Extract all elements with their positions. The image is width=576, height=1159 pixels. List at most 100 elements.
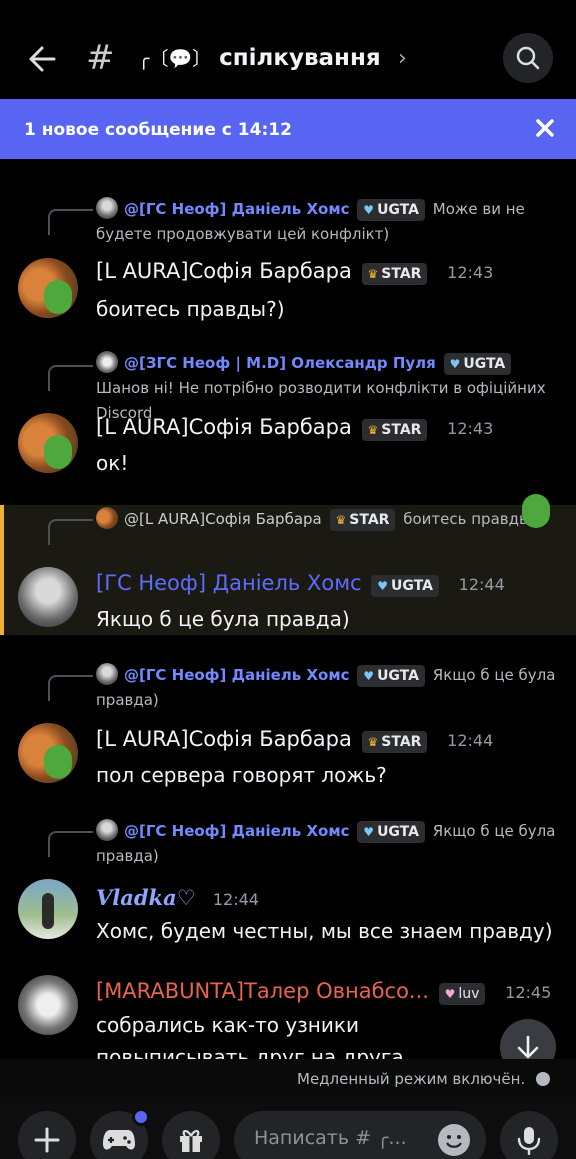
role-badge: ♥ UGTA bbox=[357, 665, 425, 687]
timestamp: 12:43 bbox=[447, 419, 494, 438]
badge-label: STAR bbox=[349, 512, 390, 528]
message-feed[interactable]: @[ГС Неоф] Даніель Хомс ♥ UGTA Може ви не… bbox=[0, 159, 576, 1059]
channel-prefix: ╭〔💬〕 bbox=[138, 48, 212, 70]
crown-icon: ♛ bbox=[367, 735, 379, 749]
message-author[interactable]: [L AURA]Софія Барбара ♛ STAR 12:43 bbox=[96, 259, 493, 285]
badge-label: UGTA bbox=[377, 824, 419, 840]
reply-connector bbox=[48, 519, 93, 545]
avatar bbox=[96, 663, 118, 685]
badge-label: STAR bbox=[381, 422, 422, 438]
timestamp: 12:44 bbox=[212, 890, 259, 909]
message-text: пол сервера говорят ложь? bbox=[96, 763, 387, 787]
reply-preview[interactable]: @[ГС Неоф] Даніель Хомс ♥ UGTA Якщо б це … bbox=[96, 663, 556, 713]
badge-label: UGTA bbox=[463, 356, 506, 372]
message-author[interactable]: [L AURA]Софія Барбара ♛ STAR 12:44 bbox=[96, 727, 493, 753]
role-badge: ♛ STAR bbox=[361, 263, 428, 285]
search-icon bbox=[516, 46, 540, 70]
role-badge: ♛ STAR bbox=[361, 419, 428, 441]
role-badge: ♛ STAR bbox=[361, 731, 428, 753]
reply-author: @[ГС Неоф] Даніель Хомс bbox=[124, 200, 350, 218]
channel-header: # ╭〔💬〕 спілкування › bbox=[0, 0, 576, 100]
message: @[ГС Неоф] Даніель Хомс ♥ UGTA Якщо б це … bbox=[0, 661, 576, 791]
add-attachment-button[interactable] bbox=[18, 1111, 76, 1159]
reply-preview[interactable]: @[L AURA]Софія Барбара ♛ STAR боитесь пра… bbox=[96, 507, 556, 532]
crown-icon: ♛ bbox=[335, 513, 347, 527]
search-button[interactable] bbox=[503, 33, 553, 83]
role-badge: ♥ luv bbox=[438, 983, 486, 1005]
banner-text: 1 новое сообщение с 14:12 bbox=[24, 120, 292, 140]
emoji-icon[interactable] bbox=[438, 1124, 470, 1156]
badge-label: STAR bbox=[381, 266, 422, 282]
avatar bbox=[96, 197, 118, 219]
plus-icon bbox=[34, 1127, 60, 1153]
message-author[interactable]: [MARABUNTA]Талер Овнабсо... ♥ luv 12:45 bbox=[96, 979, 551, 1005]
message: @[ЗГС Неоф | M.D] Олександр Пуля ♥ UGTA Ш… bbox=[0, 351, 576, 481]
message: @[ГС Неоф] Даніель Хомс ♥ UGTA Якщо б це … bbox=[0, 817, 576, 947]
reply-author: @[ГС Неоф] Даніель Хомс bbox=[124, 666, 350, 684]
role-badge: ♥ UGTA bbox=[357, 199, 425, 221]
reply-author: @[ЗГС Неоф | M.D] Олександр Пуля bbox=[124, 354, 436, 372]
author-name: Vladka♡ bbox=[96, 885, 196, 910]
author-name: [L AURA]Софія Барбара bbox=[96, 727, 352, 751]
author-name: [ГС Неоф] Даніель Хомс bbox=[96, 571, 362, 595]
reply-author: @[L AURA]Софія Барбара bbox=[124, 510, 322, 528]
badge-label: UGTA bbox=[377, 202, 419, 218]
voice-message-button[interactable] bbox=[500, 1111, 558, 1159]
heart-icon: ♥ bbox=[377, 579, 389, 593]
message-text: собрались как-то узники повыписывать дру… bbox=[96, 1013, 404, 1059]
message-text: Хомс, будем честны, мы все знаем правду) bbox=[96, 919, 553, 943]
message-highlighted: @[L AURA]Софія Барбара ♛ STAR боитесь пра… bbox=[0, 505, 576, 635]
avatar[interactable] bbox=[18, 723, 78, 783]
heart-icon: ♥ bbox=[363, 669, 375, 683]
badge-label: luv bbox=[458, 986, 480, 1002]
clock-icon bbox=[536, 1072, 550, 1086]
channel-name: спілкування bbox=[219, 45, 381, 71]
avatar[interactable] bbox=[18, 879, 78, 939]
avatar[interactable] bbox=[18, 567, 78, 627]
reply-preview[interactable]: @[ГС Неоф] Даніель Хомс ♥ UGTA Може ви не… bbox=[96, 197, 556, 247]
reply-connector bbox=[48, 209, 93, 235]
avatar[interactable] bbox=[18, 975, 78, 1035]
slow-mode-text: Медленный режим включён. bbox=[297, 1070, 550, 1088]
gamepad-icon bbox=[103, 1130, 135, 1150]
role-badge: ♥ UGTA bbox=[357, 821, 425, 843]
channel-hash-icon: # bbox=[86, 38, 115, 78]
badge-label: STAR bbox=[381, 734, 422, 750]
chevron-right-icon[interactable]: › bbox=[398, 46, 407, 71]
message-text: боитесь правды?) bbox=[96, 297, 285, 321]
close-icon[interactable] bbox=[534, 117, 556, 139]
input-placeholder: Написать # ╭... bbox=[254, 1127, 407, 1149]
author-name: [L AURA]Софія Барбара bbox=[96, 259, 352, 283]
gift-button[interactable] bbox=[162, 1111, 220, 1159]
message-author[interactable]: Vladka♡ 12:44 bbox=[96, 885, 259, 910]
heart-icon: ♥ bbox=[444, 987, 456, 1001]
arrow-down-icon bbox=[517, 1035, 539, 1059]
avatar bbox=[96, 351, 118, 373]
composer-bar: Написать # ╭... bbox=[0, 1097, 576, 1159]
timestamp: 12:45 bbox=[505, 983, 552, 1002]
microphone-icon bbox=[517, 1127, 541, 1155]
message-author[interactable]: [L AURA]Софія Барбара ♛ STAR 12:43 bbox=[96, 415, 493, 441]
author-name: [L AURA]Софія Барбара bbox=[96, 415, 352, 439]
heart-icon: ♥ bbox=[363, 203, 375, 217]
timestamp: 12:44 bbox=[458, 575, 505, 594]
slow-mode-bar: Медленный режим включён. bbox=[0, 1059, 576, 1097]
timestamp: 12:43 bbox=[447, 263, 494, 282]
badge-label: UGTA bbox=[391, 578, 433, 594]
badge-label: UGTA bbox=[377, 668, 419, 684]
avatar[interactable] bbox=[18, 413, 78, 473]
message: @[ГС Неоф] Даніель Хомс ♥ UGTA Може ви не… bbox=[0, 195, 576, 325]
slow-mode-label: Медленный режим включён. bbox=[297, 1070, 526, 1088]
message-author[interactable]: [ГС Неоф] Даніель Хомс ♥ UGTA 12:44 bbox=[96, 571, 505, 597]
crown-icon: ♛ bbox=[367, 423, 379, 437]
message-input[interactable]: Написать # ╭... bbox=[234, 1111, 486, 1159]
role-badge: ♥ UGTA bbox=[371, 575, 439, 597]
reply-preview[interactable]: @[ГС Неоф] Даніель Хомс ♥ UGTA Якщо б це … bbox=[96, 819, 556, 869]
avatar[interactable] bbox=[18, 258, 78, 318]
crown-icon: ♛ bbox=[367, 267, 379, 281]
back-arrow-icon[interactable] bbox=[24, 40, 62, 78]
channel-title[interactable]: ╭〔💬〕 спілкування bbox=[138, 44, 381, 71]
reply-author: @[ГС Неоф] Даніель Хомс bbox=[124, 822, 350, 840]
heart-icon: ♥ bbox=[449, 357, 461, 371]
new-messages-banner[interactable]: 1 новое сообщение с 14:12 bbox=[0, 99, 576, 159]
